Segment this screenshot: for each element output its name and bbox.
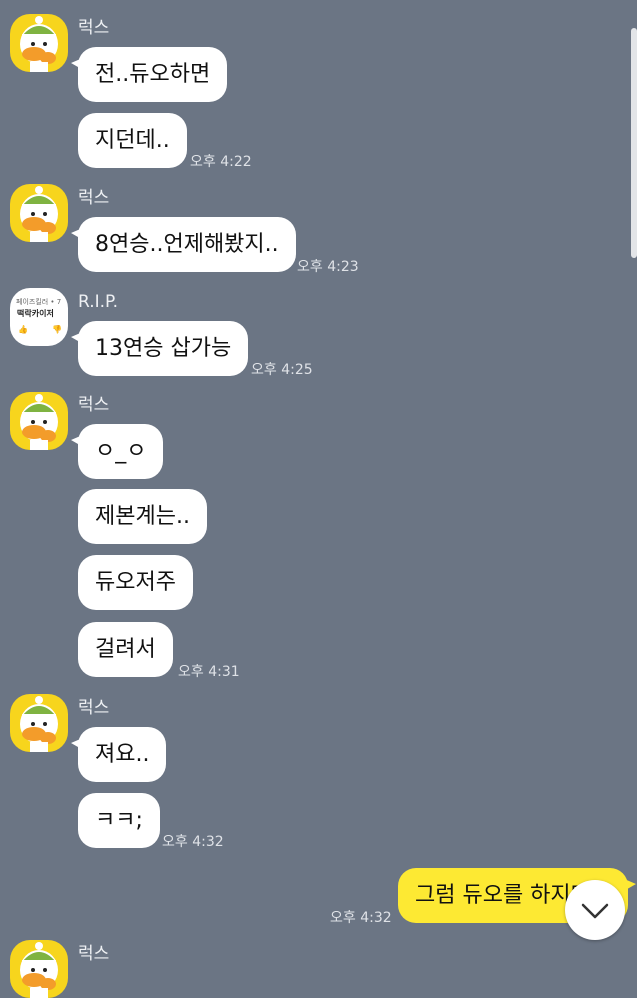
- duck-character-icon: [10, 184, 68, 242]
- message-bubble[interactable]: ㅇ_ㅇ: [70, 424, 164, 479]
- avatar[interactable]: [10, 14, 68, 72]
- avatar[interactable]: [10, 940, 68, 998]
- avatar-caption: 페이즈킬러 • 7: [16, 298, 62, 306]
- sender-name: 럭스: [78, 698, 110, 718]
- duck-character-icon: [10, 392, 68, 450]
- message-bubble[interactable]: 8연승..언제해봤지..: [71, 217, 296, 272]
- message-time: 오후 4:32: [162, 834, 224, 850]
- scroll-to-bottom-button[interactable]: [565, 880, 625, 940]
- message-time: 오후 4:32: [330, 910, 392, 926]
- duck-character-icon: [10, 694, 68, 752]
- avatar-title: 떡락카이저: [17, 309, 54, 318]
- message-time: 오후 4:25: [251, 362, 313, 378]
- sender-name: 럭스: [78, 944, 110, 964]
- scrollbar[interactable]: [631, 28, 637, 258]
- message-bubble[interactable]: 걸려서: [78, 622, 173, 677]
- message-time: 오후 4:22: [190, 154, 252, 170]
- avatar[interactable]: [10, 694, 68, 752]
- duck-character-icon: [10, 940, 68, 998]
- message-bubble[interactable]: ㅋㅋ;: [78, 793, 160, 848]
- message-bubble[interactable]: 제본계는..: [78, 489, 207, 544]
- message-bubble[interactable]: 듀오저주: [78, 555, 193, 610]
- duck-character-icon: [10, 14, 68, 72]
- avatar[interactable]: 페이즈킬러 • 7 떡락카이저 👍 👎: [10, 288, 68, 346]
- sender-name: 럭스: [78, 188, 110, 208]
- message-time: 오후 4:23: [297, 259, 359, 275]
- sender-name: R.I.P.: [78, 292, 119, 312]
- chevron-down-icon: [581, 903, 609, 919]
- message-bubble[interactable]: 13연승 삽가능: [70, 321, 249, 376]
- message-bubble[interactable]: 지던데..: [78, 113, 187, 168]
- message-bubble[interactable]: 져요..: [70, 727, 167, 782]
- message-bubble[interactable]: 전..듀오하면: [70, 47, 228, 102]
- thumbs-up-icon: 👍: [18, 325, 28, 334]
- message-time: 오후 4:31: [178, 664, 240, 680]
- thumbs-down-icon: 👎: [52, 325, 62, 334]
- sender-name: 럭스: [78, 395, 110, 415]
- sender-name: 럭스: [78, 18, 110, 38]
- avatar[interactable]: [10, 184, 68, 242]
- avatar[interactable]: [10, 392, 68, 450]
